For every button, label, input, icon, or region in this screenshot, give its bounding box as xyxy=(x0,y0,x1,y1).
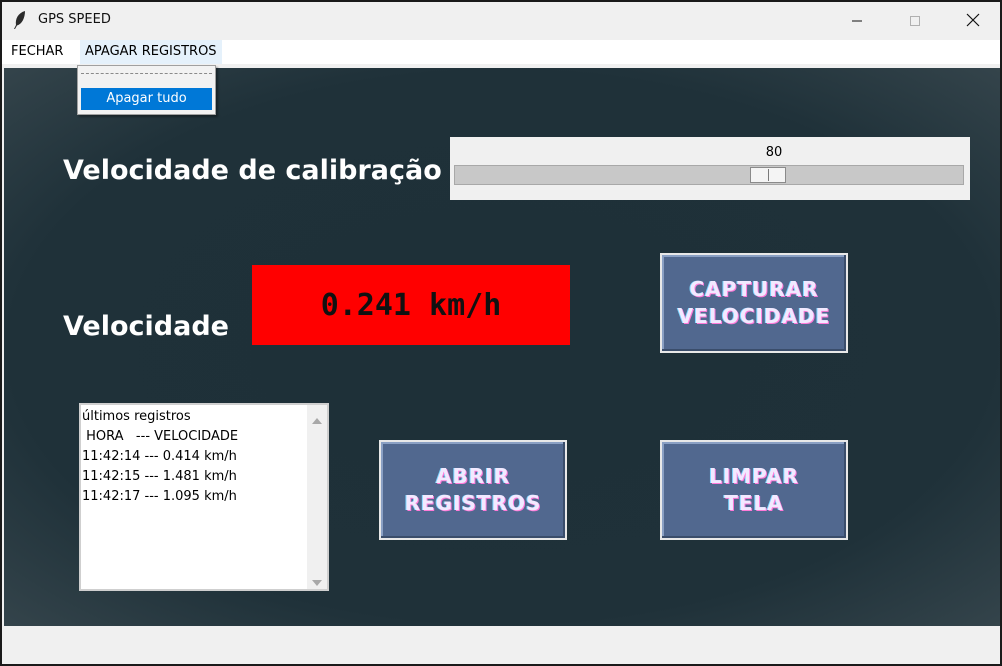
tearoff-line[interactable] xyxy=(81,73,212,74)
feather-icon xyxy=(12,10,28,30)
minimize-button[interactable] xyxy=(828,2,886,40)
records-list: últimos registros HORA --- VELOCIDADE 11… xyxy=(82,407,306,507)
open-records-label: ABRIR REGISTROS xyxy=(404,464,542,515)
speed-display: 0.241 km/h xyxy=(252,265,570,345)
open-records-button[interactable]: ABRIR REGISTROS xyxy=(379,440,567,540)
capture-speed-label: CAPTURAR VELOCIDADE xyxy=(677,277,831,328)
calibration-slider[interactable]: 80 xyxy=(450,137,970,200)
bottom-strip xyxy=(4,626,1000,664)
scroll-down-arrow-icon[interactable] xyxy=(311,573,323,592)
calibration-label: Velocidade de calibração xyxy=(63,155,442,186)
title-bar[interactable]: GPS SPEED xyxy=(2,2,1000,40)
slider-thumb[interactable] xyxy=(750,167,786,183)
records-listbox[interactable]: últimos registros HORA --- VELOCIDADE 11… xyxy=(79,403,329,591)
records-scrollbar[interactable] xyxy=(307,405,327,589)
menu-fechar[interactable]: FECHAR xyxy=(6,40,68,64)
clear-screen-label: LIMPAR TELA xyxy=(709,464,799,515)
slider-value: 80 xyxy=(765,145,783,160)
close-button[interactable] xyxy=(944,2,1000,40)
speed-label: Velocidade xyxy=(63,311,229,342)
apagar-registros-dropdown: Apagar tudo xyxy=(77,65,216,115)
app-window: GPS SPEED FECHAR APAGAR REGISTROS Apagar… xyxy=(0,0,1002,666)
list-item[interactable]: 11:42:15 --- 1.481 km/h xyxy=(82,467,306,487)
list-item[interactable]: 11:42:17 --- 1.095 km/h xyxy=(82,487,306,507)
slider-trough[interactable] xyxy=(454,165,964,185)
capture-speed-button[interactable]: CAPTURAR VELOCIDADE xyxy=(660,253,848,353)
close-icon xyxy=(966,12,980,31)
list-item[interactable]: HORA --- VELOCIDADE xyxy=(82,427,306,447)
minimize-icon xyxy=(851,12,863,31)
maximize-icon xyxy=(909,12,921,31)
scroll-up-arrow-icon[interactable] xyxy=(311,411,323,430)
menu-bar: FECHAR APAGAR REGISTROS xyxy=(2,40,1000,64)
clear-screen-button[interactable]: LIMPAR TELA xyxy=(660,440,848,540)
menu-item-apagar-tudo[interactable]: Apagar tudo xyxy=(81,88,212,110)
maximize-button[interactable] xyxy=(886,2,944,40)
window-title: GPS SPEED xyxy=(38,12,111,27)
list-item[interactable]: 11:42:14 --- 0.414 km/h xyxy=(82,447,306,467)
list-item[interactable]: últimos registros xyxy=(82,407,306,427)
menu-apagar-registros[interactable]: APAGAR REGISTROS xyxy=(80,40,222,64)
